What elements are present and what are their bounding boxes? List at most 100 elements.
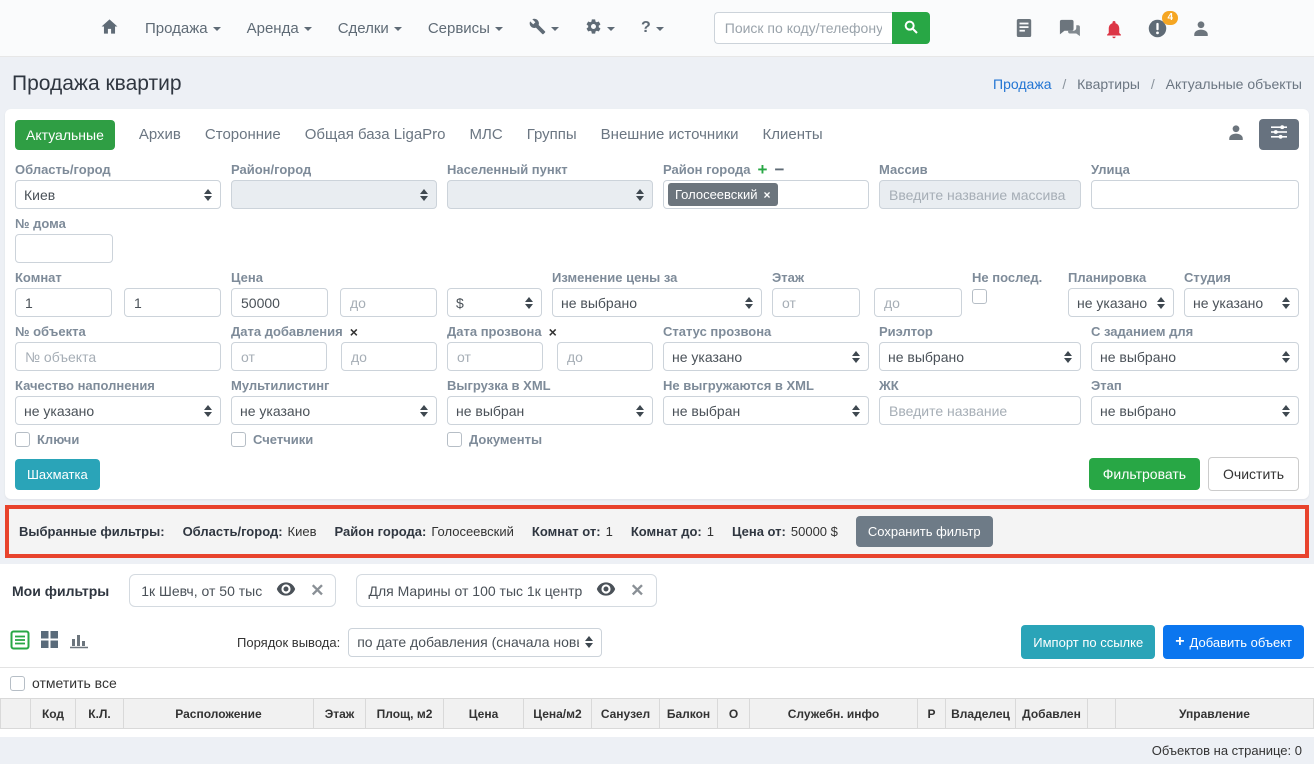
settlement-select[interactable] [447,180,653,209]
tab-clients[interactable]: Клиенты [763,126,823,143]
col-management[interactable]: Управление [1116,699,1314,729]
tools-menu[interactable] [529,18,559,39]
filter-settings-button[interactable] [1259,119,1299,150]
region-select[interactable]: Киев [15,180,221,209]
col-floor[interactable]: Этаж [314,699,366,729]
field-label: Качество наполнения [15,378,221,393]
studio-select[interactable]: не указано [1184,288,1299,317]
tab-archive[interactable]: Архив [139,126,181,143]
profile-icon[interactable] [1192,19,1210,38]
keys-checkbox[interactable] [15,432,30,447]
tab-mls[interactable]: МЛС [470,126,503,143]
not-last-checkbox[interactable] [972,289,987,304]
col-kl[interactable]: К.Л. [76,699,124,729]
col-service-info[interactable]: Служебн. инфо [750,699,918,729]
breadcrumb-link-sales[interactable]: Продажа [993,76,1051,92]
tab-groups[interactable]: Группы [527,126,577,143]
layout-select[interactable]: не указано [1068,288,1174,317]
view-filter-eye-icon[interactable] [596,582,616,599]
price-change-select[interactable]: не выбрано [552,288,762,317]
save-filter-button[interactable]: Сохранить фильтр [856,516,993,547]
chess-view-button[interactable]: Шахматка [15,459,100,490]
multilisting-select[interactable]: не указано [231,396,437,425]
alerts-icon[interactable]: 4 [1147,18,1168,39]
home-button[interactable] [100,17,119,40]
zhk-input[interactable] [879,396,1081,425]
select-all-checkbox[interactable] [10,676,25,691]
delete-filter-icon[interactable]: ✕ [630,582,644,599]
add-district-icon[interactable]: + [758,161,768,178]
col-price[interactable]: Цена [444,699,524,729]
col-o[interactable]: О [718,699,750,729]
xml-upload-select[interactable]: не выбран [447,396,653,425]
city-district-tagbox[interactable]: Голосеевский × [663,180,869,209]
rooms-from-input[interactable] [15,288,112,317]
street-input[interactable] [1091,180,1299,209]
house-no-input[interactable] [15,234,113,263]
col-code[interactable]: Код [31,699,76,729]
floor-from-input[interactable] [772,288,860,317]
district-city-select[interactable] [231,180,437,209]
counters-checkbox[interactable] [231,432,246,447]
journal-icon[interactable] [1015,18,1033,38]
sort-order-select[interactable]: по дате добавления (сначала новые) [348,628,602,657]
col-added[interactable]: Добавлен [1016,699,1088,729]
massiv-input[interactable] [879,180,1081,209]
col-owner[interactable]: Владелец [946,699,1016,729]
clear-date-called-icon[interactable]: × [549,325,557,339]
search-input[interactable] [714,12,892,44]
with-task-for-select[interactable]: не выбрано [1091,342,1299,371]
price-to-input[interactable] [340,288,437,317]
tab-ligapro-base[interactable]: Общая база LigaPro [305,126,446,143]
delete-filter-icon[interactable]: ✕ [310,582,324,599]
xml-excluded-select[interactable]: не выбран [663,396,869,425]
col-location[interactable]: Расположение [124,699,314,729]
chart-view-icon[interactable] [69,631,89,654]
date-added-from-input[interactable] [231,342,327,371]
remove-district-icon[interactable]: − [774,161,784,178]
tab-third-party[interactable]: Сторонние [205,126,281,143]
call-status-select[interactable]: не указано [663,342,869,371]
apply-filter-button[interactable]: Фильтровать [1089,458,1200,490]
help-menu[interactable]: ? [641,19,664,37]
saved-filter-name[interactable]: 1к Шевч, от 50 тыс [141,583,262,599]
add-object-button[interactable]: + Добавить объект [1163,625,1304,659]
realtor-select[interactable]: не выбрано [879,342,1081,371]
date-called-to-input[interactable] [557,342,653,371]
messages-icon[interactable] [1057,18,1081,38]
col-price-per-m2[interactable]: Цена/м2 [524,699,592,729]
search-button[interactable] [892,12,930,44]
nav-menu-sales[interactable]: Продажа [145,20,221,37]
notifications-bell-icon[interactable] [1105,18,1123,39]
nav-menu-services[interactable]: Сервисы [428,20,503,37]
import-by-link-button[interactable]: Импорт по ссылке [1021,625,1155,659]
documents-checkbox[interactable] [447,432,462,447]
nav-menu-rent[interactable]: Аренда [247,20,312,37]
currency-select[interactable]: $ [447,288,542,317]
col-r[interactable]: Р [918,699,946,729]
date-called-from-input[interactable] [447,342,543,371]
nav-menu-deals[interactable]: Сделки [338,20,402,37]
clear-filter-button[interactable]: Очистить [1208,457,1299,491]
col-bathroom[interactable]: Санузел [592,699,660,729]
list-view-icon[interactable] [10,630,30,655]
tab-actual[interactable]: Актуальные [15,120,115,150]
remove-tag-icon[interactable]: × [764,189,771,201]
grid-view-icon[interactable] [40,630,59,654]
rooms-to-input[interactable] [124,288,221,317]
date-added-to-input[interactable] [341,342,437,371]
breadcrumb-item[interactable]: Квартиры [1077,76,1140,92]
floor-to-input[interactable] [874,288,962,317]
price-from-input[interactable] [231,288,328,317]
settings-menu[interactable] [585,18,615,39]
col-balcony[interactable]: Балкон [660,699,718,729]
clients-icon[interactable] [1227,123,1245,147]
object-no-input[interactable] [15,342,221,371]
view-filter-eye-icon[interactable] [276,582,296,599]
fill-quality-select[interactable]: не указано [15,396,221,425]
stage-select[interactable]: не выбрано [1091,396,1299,425]
clear-date-added-icon[interactable]: × [350,325,358,339]
saved-filter-name[interactable]: Для Марины от 100 тыс 1к центр [368,583,582,599]
tab-external-sources[interactable]: Внешние источники [601,126,739,143]
col-area[interactable]: Площ, м2 [366,699,444,729]
